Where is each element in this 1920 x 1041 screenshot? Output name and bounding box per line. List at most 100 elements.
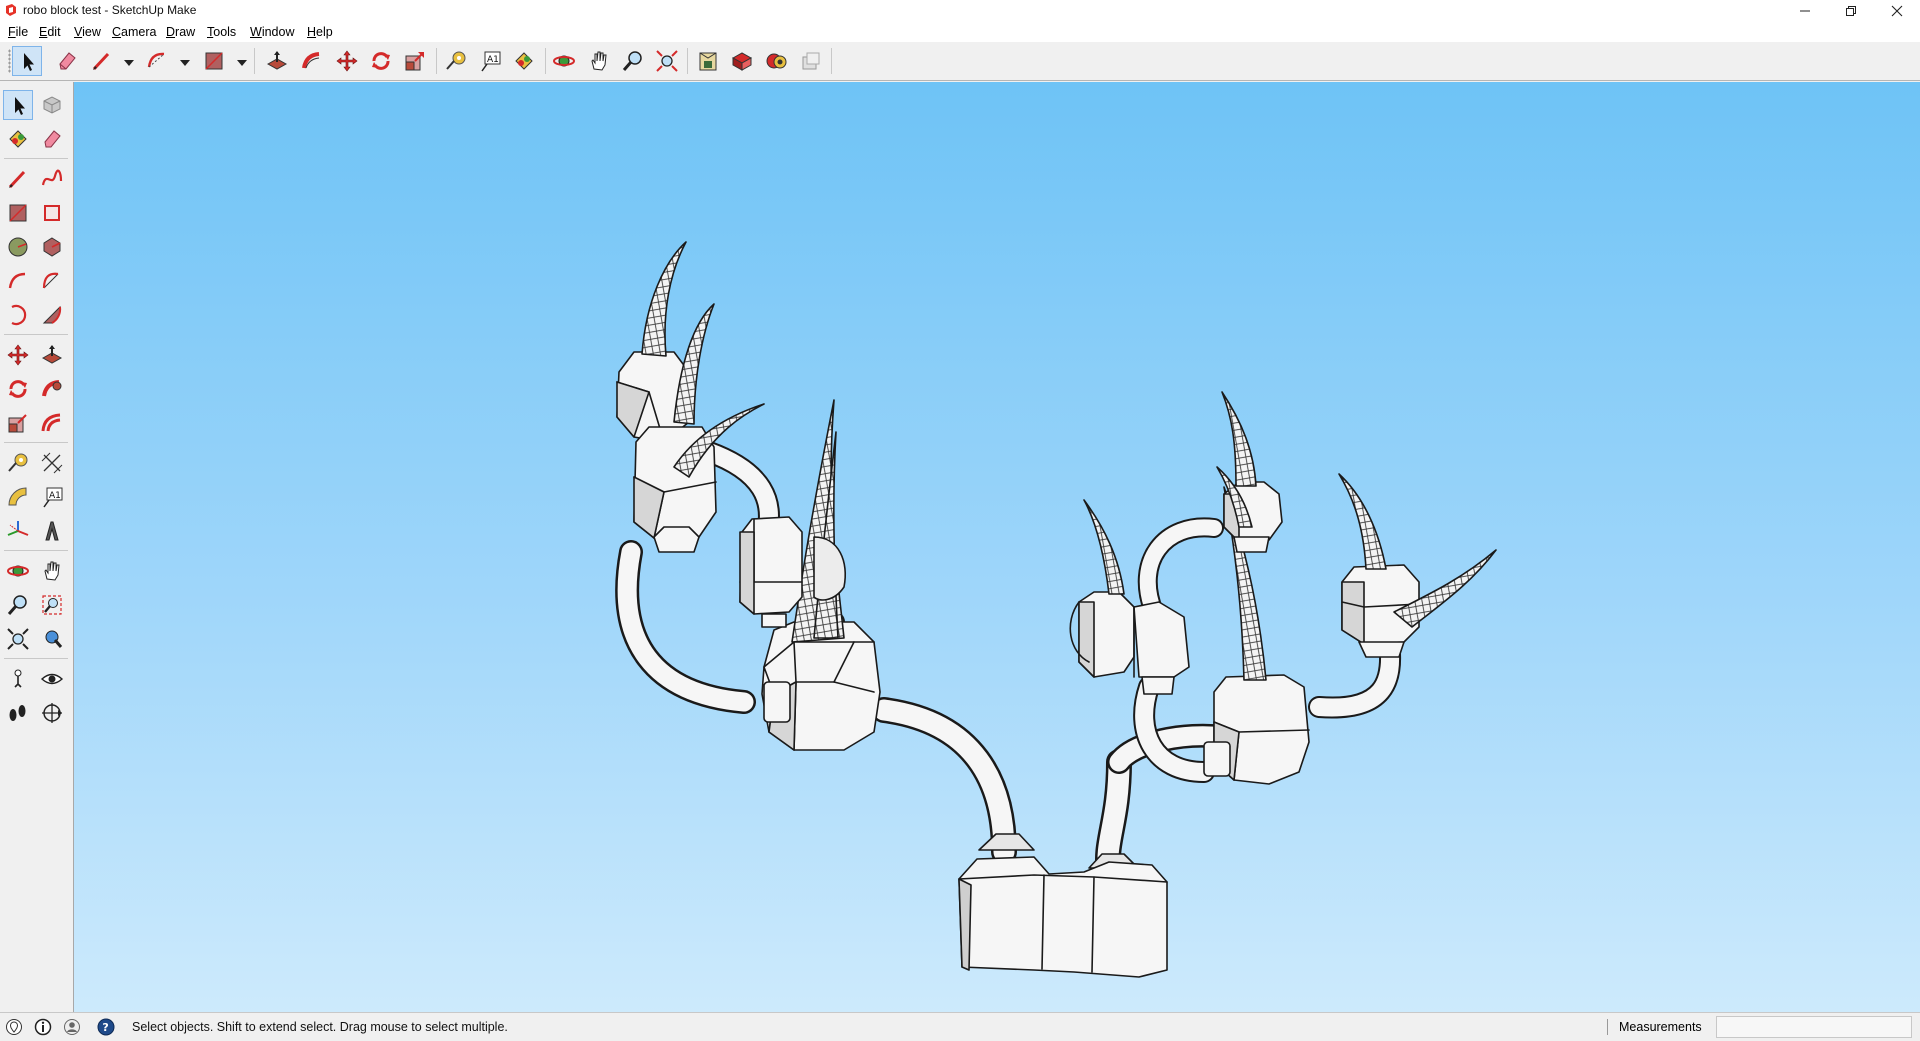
line-tool-dropdown[interactable]	[124, 60, 134, 66]
zoom-tool-button[interactable]	[618, 46, 648, 76]
look-around-button[interactable]	[37, 664, 67, 694]
3d-warehouse-icon	[699, 52, 717, 71]
protractor-button[interactable]	[3, 482, 33, 512]
offset-button[interactable]	[37, 408, 67, 438]
menu-file[interactable]: File	[8, 25, 28, 39]
measurements-input[interactable]	[1716, 1016, 1912, 1038]
arc-tool-dropdown[interactable]	[180, 60, 190, 66]
left-push-pull-button[interactable]	[37, 340, 67, 370]
text-tool-button[interactable]: A1	[475, 46, 505, 76]
push-pull-tool-button[interactable]	[262, 46, 292, 76]
restore-button[interactable]	[1828, 0, 1874, 22]
two-point-arc-icon	[42, 272, 59, 289]
3d-text-icon	[45, 521, 59, 541]
credits-info-icon[interactable]	[34, 1018, 52, 1036]
user-account-icon[interactable]	[63, 1018, 81, 1036]
tape-measure-tool-button[interactable]	[441, 46, 471, 76]
warehouse-button[interactable]	[693, 46, 723, 76]
status-hint-text: Select objects. Shift to extend select. …	[132, 1020, 508, 1034]
two-point-arc-button[interactable]	[37, 266, 67, 296]
select-arrow-icon	[24, 53, 34, 71]
zoom-extents-tool-button[interactable]	[652, 46, 682, 76]
circle-button[interactable]	[3, 232, 33, 262]
left-select-button[interactable]	[3, 90, 33, 120]
scale-tool-button[interactable]	[400, 46, 430, 76]
eraser-icon	[59, 52, 76, 70]
zoom-extents-icon	[656, 50, 678, 72]
rectangle-tool-button[interactable]	[199, 46, 229, 76]
shape-tool-dropdown[interactable]	[237, 60, 247, 66]
position-camera-button[interactable]	[3, 664, 33, 694]
toolbar-separator	[687, 48, 688, 74]
menu-help[interactable]: Help	[307, 25, 333, 39]
rotate-icon	[372, 52, 390, 70]
svg-text:A1: A1	[49, 491, 61, 501]
menu-draw[interactable]: Draw	[166, 25, 195, 39]
left-zoom-button[interactable]	[3, 590, 33, 620]
menu-bar: File Edit View Camera Draw Tools Window …	[0, 22, 1920, 42]
3d-text-button[interactable]	[37, 516, 67, 546]
close-button[interactable]	[1874, 0, 1920, 22]
toolbar-separator	[545, 48, 546, 74]
minimize-button[interactable]	[1782, 0, 1828, 22]
pie-button[interactable]	[37, 300, 67, 330]
follow-me-tool-button[interactable]	[297, 46, 327, 76]
left-tape-measure-button[interactable]	[3, 448, 33, 478]
menu-camera[interactable]: Camera	[112, 25, 156, 39]
left-paint-bucket-button[interactable]	[3, 124, 33, 154]
arc-button[interactable]	[3, 266, 33, 296]
extension-manager-button[interactable]	[796, 46, 826, 76]
polygon-icon	[43, 237, 61, 257]
section-plane-button[interactable]	[37, 698, 67, 728]
orbit-icon	[553, 55, 575, 67]
rotate-tool-button[interactable]	[366, 46, 396, 76]
zoom-window-button[interactable]	[37, 590, 67, 620]
menu-tools[interactable]: Tools	[207, 25, 236, 39]
left-scale-button[interactable]	[3, 408, 33, 438]
menu-edit[interactable]: Edit	[39, 25, 61, 39]
status-separator	[1607, 1019, 1608, 1035]
orbit-tool-button[interactable]	[549, 46, 579, 76]
freehand-button[interactable]	[37, 164, 67, 194]
pan-tool-button[interactable]	[584, 46, 614, 76]
arc-tool-button[interactable]	[142, 46, 172, 76]
select-tool-button[interactable]	[12, 46, 42, 76]
paint-bucket-tool-button[interactable]	[509, 46, 539, 76]
walk-button[interactable]	[3, 698, 33, 728]
left-text-button[interactable]: A1	[37, 482, 67, 512]
instructor-help-icon[interactable]: ?	[97, 1018, 115, 1036]
left-orbit-button[interactable]	[3, 556, 33, 586]
line-tool-button[interactable]	[87, 46, 117, 76]
push-pull-icon	[266, 51, 288, 70]
pan-icon	[44, 561, 60, 581]
eraser-tool-button[interactable]	[52, 46, 82, 76]
left-line-button[interactable]	[3, 164, 33, 194]
rotated-rectangle-button[interactable]	[37, 198, 67, 228]
drawing-viewport[interactable]	[74, 82, 1920, 1012]
move-tool-button[interactable]	[332, 46, 362, 76]
left-eraser-button[interactable]	[37, 124, 67, 154]
tool-group-separator	[4, 442, 68, 443]
left-pan-button[interactable]	[37, 556, 67, 586]
three-point-arc-button[interactable]	[3, 300, 33, 330]
geo-location-icon[interactable]	[5, 1018, 23, 1036]
left-rotate-button[interactable]	[3, 374, 33, 404]
arc-icon	[8, 272, 26, 289]
extension-manager-icon	[802, 52, 820, 70]
menu-window[interactable]: Window	[250, 25, 294, 39]
previous-view-button[interactable]	[37, 624, 67, 654]
left-follow-me-button[interactable]	[37, 374, 67, 404]
left-rectangle-button[interactable]	[3, 198, 33, 228]
dimension-button[interactable]	[37, 448, 67, 478]
left-zoom-extents-button[interactable]	[3, 624, 33, 654]
toolbar-grip[interactable]	[8, 49, 11, 73]
polygon-button[interactable]	[37, 232, 67, 262]
make-component-button[interactable]	[37, 90, 67, 120]
layout-button[interactable]	[762, 46, 792, 76]
axes-button[interactable]	[3, 516, 33, 546]
left-move-button[interactable]	[3, 340, 33, 370]
toolbar-separator	[831, 48, 832, 74]
extension-warehouse-button[interactable]	[727, 46, 757, 76]
tool-group-separator	[4, 334, 68, 335]
menu-view[interactable]: View	[74, 25, 101, 39]
